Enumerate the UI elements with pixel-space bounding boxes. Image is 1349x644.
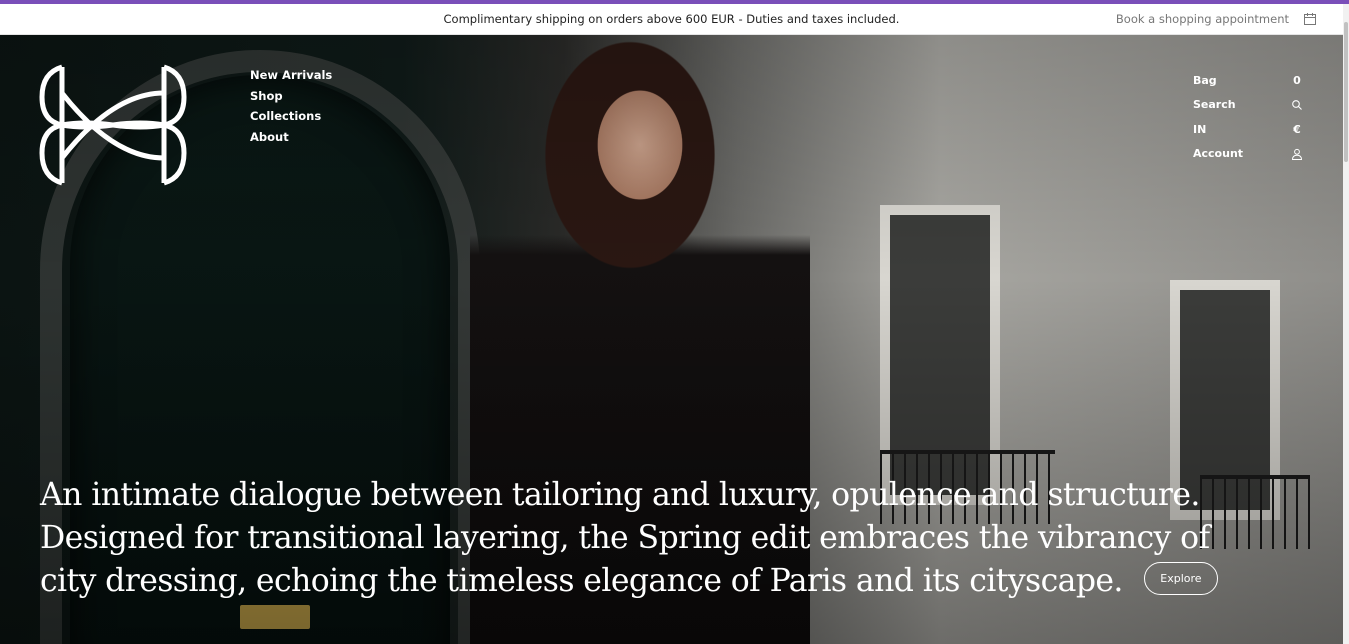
hero-headline-text: An intimate dialogue between tailoring a… <box>40 477 1210 599</box>
account-link[interactable]: Account <box>1193 142 1303 167</box>
book-appointment-link[interactable]: Book a shopping appointment <box>1116 4 1289 34</box>
bag-count: 0 <box>1293 73 1301 87</box>
explore-button[interactable]: Explore <box>1144 562 1218 595</box>
scrollbar-thumb[interactable] <box>1344 22 1348 162</box>
announcement-text: Complimentary shipping on orders above 6… <box>443 12 900 26</box>
currency-symbol: € <box>1293 122 1301 136</box>
main-navigation: New Arrivals Shop Collections About <box>250 65 332 147</box>
nav-new-arrivals[interactable]: New Arrivals <box>250 65 332 86</box>
account-label: Account <box>1193 147 1244 161</box>
nav-about[interactable]: About <box>250 127 332 148</box>
calendar-icon[interactable] <box>1303 12 1317 26</box>
search-label: Search <box>1193 98 1236 112</box>
search-link[interactable]: Search <box>1193 93 1303 118</box>
monogram-logo[interactable] <box>38 63 188 187</box>
page-scrollbar[interactable] <box>1343 4 1349 644</box>
utility-navigation: Bag 0 Search IN € Account <box>1193 68 1303 166</box>
bag-label: Bag <box>1193 73 1217 87</box>
bag-link[interactable]: Bag 0 <box>1193 68 1303 93</box>
nav-collections[interactable]: Collections <box>250 106 332 127</box>
region-label: IN <box>1193 122 1207 136</box>
user-icon <box>1291 148 1303 160</box>
region-selector[interactable]: IN € <box>1193 117 1303 142</box>
nav-shop[interactable]: Shop <box>250 86 332 107</box>
search-icon <box>1292 99 1302 110</box>
hero-headline: An intimate dialogue between tailoring a… <box>40 474 1270 603</box>
announcement-bar: Complimentary shipping on orders above 6… <box>0 4 1343 35</box>
